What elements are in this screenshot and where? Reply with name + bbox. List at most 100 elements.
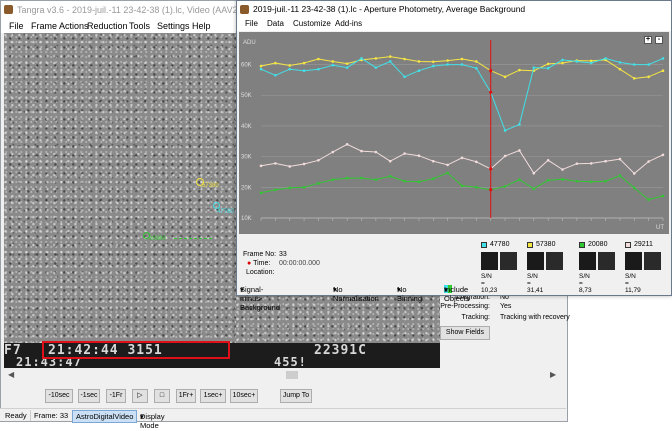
data-point-57380	[475, 60, 478, 63]
menu-tools[interactable]: Tools	[129, 21, 150, 31]
target-color-swatch	[625, 242, 631, 248]
star-label-20080: 20080	[149, 236, 166, 242]
data-point-47780	[417, 69, 421, 72]
menu-settings[interactable]: Settings	[157, 21, 190, 31]
data-point-20080	[561, 178, 564, 181]
display-mode-dropdown[interactable]: Display Mode ▾	[134, 410, 165, 430]
status-video-mode[interactable]: AstroDigitalVideo	[72, 410, 138, 423]
data-point-47780	[431, 64, 435, 68]
data-point-20080	[460, 184, 464, 188]
data-point-57380	[546, 62, 550, 66]
data-point-29211	[532, 171, 536, 175]
target-color-swatch	[481, 242, 487, 248]
forward-1frame-button[interactable]: 1Fr+	[176, 389, 196, 403]
data-point-29211	[431, 159, 435, 163]
data-point-20080	[331, 178, 335, 181]
data-point-29211	[475, 160, 478, 164]
target-id: 20080	[588, 241, 608, 248]
phot-menu-customize[interactable]: Customize	[293, 19, 331, 28]
data-point-57380	[503, 75, 507, 79]
data-point-29211	[259, 164, 263, 168]
time-value: 00:00:00.000	[279, 260, 320, 267]
signal-mode-label: Signal-minus-Background	[240, 285, 281, 312]
zoom-in-button[interactable]: +	[644, 36, 652, 44]
data-point-29211	[575, 162, 579, 165]
frame-scrollbar[interactable]: ◀ ▶	[4, 370, 560, 380]
forward-10sec-button[interactable]: 10sec+	[230, 389, 258, 403]
zoom-out-button[interactable]: -	[655, 36, 663, 44]
phot-menu-addins[interactable]: Add-ins	[335, 19, 362, 28]
data-point-47780	[503, 129, 507, 132]
target-profile-thumbnail	[598, 252, 615, 270]
data-point-57380	[647, 75, 650, 79]
data-point-57380	[317, 57, 320, 61]
data-point-20080	[475, 186, 478, 189]
data-point-20080	[575, 179, 579, 183]
scrollbar-thumb[interactable]	[286, 371, 298, 379]
data-point-47780	[317, 67, 320, 71]
scroll-right-icon[interactable]: ▶	[550, 370, 556, 379]
data-point-20080	[317, 182, 320, 185]
back-1sec-button[interactable]: -1sec	[78, 389, 100, 403]
menu-frame-actions[interactable]: Frame Actions	[31, 21, 89, 31]
data-point-20080	[618, 174, 622, 177]
data-point-47780	[575, 60, 579, 63]
chart-y-tick-label: 30K	[241, 155, 252, 161]
dropdown-arrow-icon: ▾	[240, 285, 244, 294]
photometry-menubar: File Data Customize Add-ins	[237, 18, 671, 31]
main-window-title: Tangra v3.6 - 2019-juil.-11 23-42-38 (1)…	[17, 5, 254, 15]
jump-to-button[interactable]: Jump To	[280, 389, 312, 403]
osd-counter: 455!	[274, 355, 307, 369]
data-point-47780	[446, 63, 449, 66]
phot-menu-file[interactable]: File	[245, 19, 258, 28]
target-profile-thumbnail	[546, 252, 563, 270]
data-point-20080	[274, 188, 277, 192]
stop-button[interactable]: □	[154, 389, 170, 403]
data-point-29211	[604, 159, 607, 163]
data-point-20080	[532, 187, 536, 191]
current-frame-point	[489, 69, 493, 73]
play-button[interactable]: ▷	[132, 389, 148, 403]
back-10sec-button[interactable]: -10sec	[45, 389, 73, 403]
data-point-20080	[302, 186, 306, 189]
scroll-left-icon[interactable]: ◀	[8, 370, 14, 379]
target-id: 57380	[536, 241, 556, 248]
data-point-47780	[388, 60, 392, 63]
menu-help[interactable]: Help	[192, 21, 211, 31]
light-curve-chart[interactable]: 10K 20K 30K 40K 50K 60K ADU UT + -	[239, 32, 669, 234]
data-point-20080	[403, 179, 406, 183]
data-point-47780	[647, 63, 650, 66]
data-point-57380	[403, 57, 406, 61]
data-point-57380	[374, 57, 378, 60]
tangra-app-icon	[240, 5, 249, 14]
status-bar: Ready Frame: 33 AstroDigitalVideo Displa…	[0, 408, 566, 430]
data-point-29211	[274, 162, 277, 165]
menu-file[interactable]: File	[9, 21, 24, 31]
data-point-29211	[647, 160, 650, 163]
back-1frame-button[interactable]: -1Fr	[106, 389, 126, 403]
dropdown-arrow-icon: ▾	[333, 285, 337, 294]
chart-y-tick-label: 10K	[241, 216, 252, 222]
phot-menu-data[interactable]: Data	[267, 19, 284, 28]
data-point-20080	[374, 178, 378, 181]
chart-y-tick-label: 20K	[241, 185, 252, 191]
data-point-57380	[302, 61, 306, 65]
osd-frame-counter: 22391C	[314, 343, 367, 358]
target-id: 47780	[490, 241, 510, 248]
data-point-29211	[546, 159, 550, 162]
data-point-20080	[446, 171, 449, 175]
forward-1sec-button[interactable]: 1sec+	[200, 389, 226, 403]
data-point-20080	[431, 177, 435, 181]
video-frame[interactable]: 57380 47780 20080 29211	[4, 33, 236, 368]
data-point-47780	[331, 63, 335, 67]
menu-reduction[interactable]: Reduction	[87, 21, 128, 31]
data-point-29211	[618, 157, 622, 161]
data-point-29211	[331, 150, 335, 154]
photometry-window: 2019-juil.-11 23-42-38 (1).lc - Aperture…	[236, 0, 672, 312]
data-point-57380	[446, 59, 449, 62]
data-point-47780	[604, 57, 607, 60]
data-point-20080	[360, 176, 363, 180]
data-point-29211	[589, 162, 593, 165]
show-fields-button[interactable]: Show Fields	[440, 326, 490, 340]
star-label-47780: 47780	[217, 209, 234, 215]
